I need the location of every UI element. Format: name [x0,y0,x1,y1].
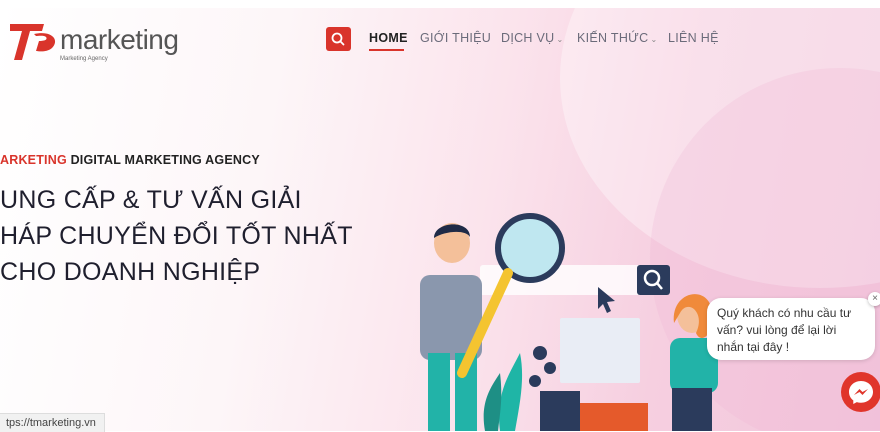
nav-active-underline [369,49,404,51]
plant-icon [483,373,502,431]
chevron-down-icon: ⌄ [650,35,658,44]
site-logo[interactable]: marketing Marketing Agency [8,14,179,62]
nav-item-kien-thuc[interactable]: KIẾN THỨC ⌄ [577,31,658,45]
illustration-woman-pants [672,388,712,431]
browser-status-url: tps://tmarketing.vn [0,413,105,432]
hero-headline-line-3: CHO DOANH NGHIỆP [0,258,261,286]
search-button[interactable] [326,27,351,51]
hero-headline-line-1: UNG CẤP & TƯ VẤN GIẢI [0,186,302,214]
logo-text: marketing [60,24,179,55]
chevron-down-icon: ⌄ [556,35,564,44]
nav-label: KIẾN THỨC [577,31,649,45]
leaf-dot [529,375,541,387]
chat-prompt-line-1: Quý khách có nhu cầu tư [717,306,852,320]
nav-label: HOME [369,31,408,45]
nav-item-lien-he[interactable]: LIÊN HỆ [668,31,719,45]
nav-item-home[interactable]: HOME [369,31,408,45]
nav-item-dich-vu[interactable]: DỊCH VỤ ⌄ [501,31,564,45]
hero-tagline: ARKETING DIGITAL MARKETING AGENCY [0,153,260,167]
hero-section: ARKETING DIGITAL MARKETING AGENCY UNG CẤ… [0,8,880,431]
illustration-search-button [637,265,670,295]
nav-item-gioi-thieu[interactable]: GIỚI THIỆU [420,31,491,45]
hero-illustration [420,213,718,431]
nav-label: LIÊN HỆ [668,31,719,45]
chat-prompt-bubble[interactable]: Quý khách có nhu cầu tư vấn? vui lòng để… [707,298,875,360]
nav-label: GIỚI THIỆU [420,31,492,45]
nav-label: DỊCH VỤ [501,31,555,45]
chat-close-button[interactable]: × [868,292,880,306]
chat-prompt-line-2: vấn? vui lòng để lại lời [717,323,837,337]
logo-mark-icon [10,24,56,60]
leaf-dot [544,362,556,374]
tagline-rest: DIGITAL MARKETING AGENCY [66,153,260,167]
messenger-button[interactable] [841,372,880,412]
tagline-brand: ARKETING [0,153,67,167]
hero-headline-line-2: HÁP CHUYỂN ĐỔI TỐT NHẤT [0,222,353,250]
illustration-box [540,391,580,431]
leaf-dot [533,346,547,360]
search-icon [331,32,345,46]
illustration-document [560,318,640,383]
chat-prompt-line-3: nhắn tại đây ! [717,340,790,354]
illustration-man-leg [428,353,450,431]
top-border [0,0,880,8]
logo-subtext: Marketing Agency [60,56,108,62]
plant-icon [499,353,523,431]
close-icon: × [872,293,878,304]
messenger-icon [849,381,873,404]
